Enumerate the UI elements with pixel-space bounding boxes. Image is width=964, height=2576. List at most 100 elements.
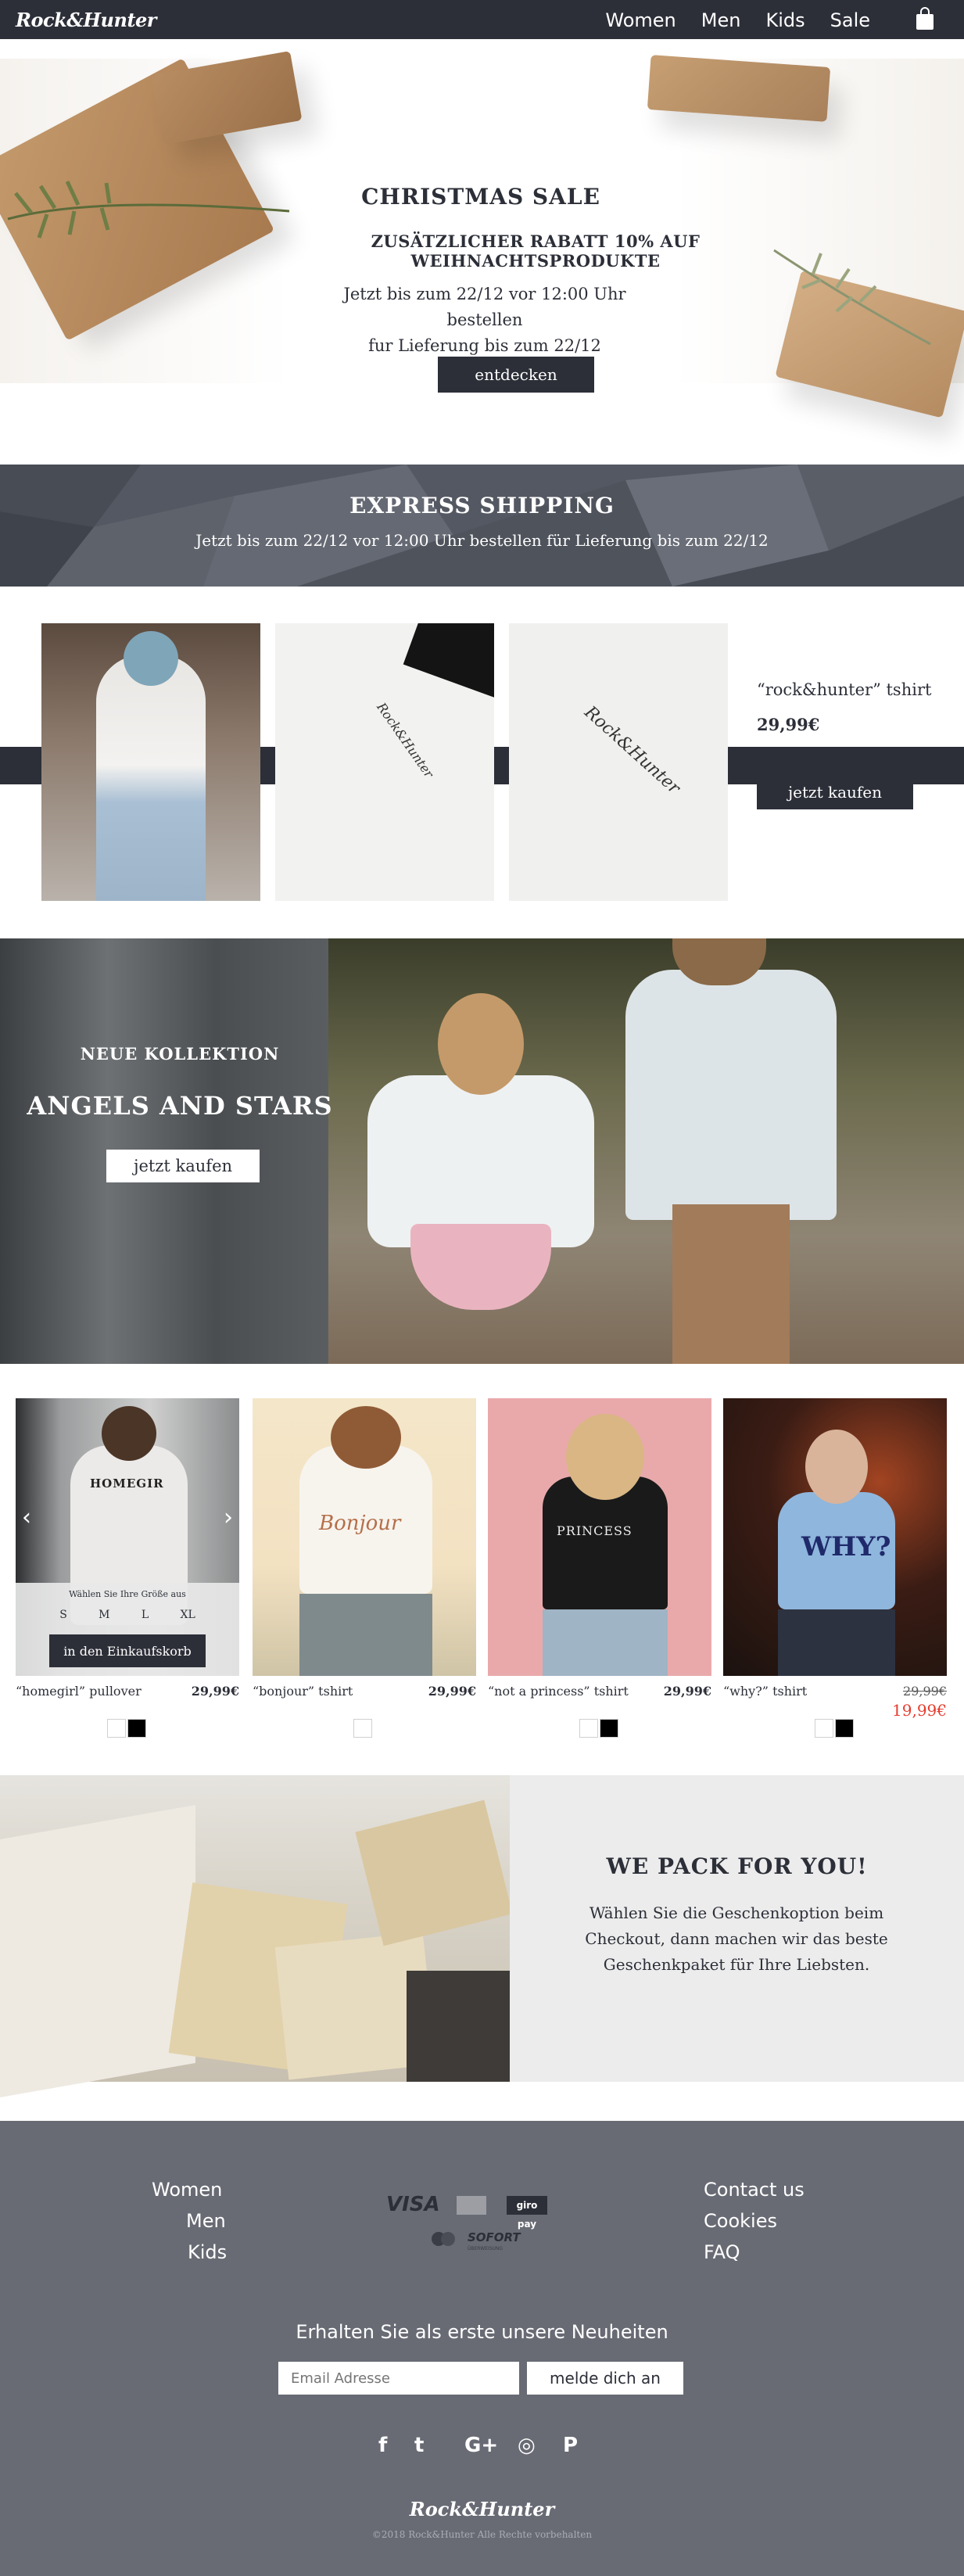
gift-photo	[0, 1775, 513, 2098]
footer-link-kids[interactable]: Kids	[188, 2241, 227, 2263]
product-print: HOMEGIR	[90, 1476, 164, 1491]
swatch-black[interactable]	[127, 1719, 146, 1738]
instagram-icon[interactable]: ◎	[518, 2434, 536, 2457]
sale-title: CHRISTMAS SALE	[270, 184, 692, 210]
product-price: 29,99€	[191, 1684, 239, 1699]
swatch-white[interactable]	[579, 1719, 598, 1738]
model-head	[805, 1430, 868, 1504]
gift-wrap-text-panel: WE PACK FOR YOU! Wählen Sie die Geschenk…	[510, 1775, 964, 2082]
twitter-icon[interactable]: t	[414, 2434, 424, 2457]
sale-description: Jetzt bis zum 22/12 vor 12:00 Uhr bestel…	[305, 282, 665, 359]
tshirt-closeup-photo-2[interactable]: Rock&Hunter	[509, 623, 728, 901]
copyright-text: ©2018 Rock&Hunter Alle Rechte vorbehalte…	[371, 2529, 593, 2540]
pinterest-icon[interactable]: P	[563, 2434, 578, 2457]
footer-link-cookies[interactable]: Cookies	[704, 2210, 777, 2232]
product-image[interactable]: HOMEGIR ‹ › Wählen Sie Ihre Größe aus S …	[16, 1398, 239, 1676]
model-skirt	[778, 1609, 895, 1676]
fir-branch-image	[7, 180, 290, 239]
product-name[interactable]: “bonjour” tshirt	[253, 1684, 353, 1699]
tshirt-closeup-photo-1[interactable]: Rock&Hunter	[275, 623, 494, 901]
product-card[interactable]: HOMEGIR ‹ › Wählen Sie Ihre Größe aus S …	[16, 1398, 239, 1738]
product-card[interactable]: WHY? “why?” tshirt 29,99€ 19,99€	[723, 1398, 947, 1738]
sale-line-1: Jetzt bis zum 22/12 vor 12:00 Uhr bestel…	[343, 285, 626, 329]
tshirt-print: Rock&Hunter	[580, 702, 684, 798]
facebook-icon[interactable]: f	[378, 2434, 387, 2457]
visa-logo: VISA	[386, 2193, 440, 2216]
product-image[interactable]: WHY?	[723, 1398, 947, 1676]
newsletter-heading: Erhalten Sie als erste unsere Neuheiten	[296, 2321, 668, 2343]
swatch-white[interactable]	[107, 1719, 126, 1738]
featured-product-gallery: Rock&Hunter Rock&Hunter “rock&hunter” ts…	[0, 587, 964, 938]
product-card[interactable]: PRINCESS “not a princess” tshirt 29,99€	[488, 1398, 711, 1738]
size-option-xl[interactable]: XL	[181, 1609, 195, 1621]
chevron-right-icon[interactable]: ›	[224, 1504, 233, 1531]
quick-buy-overlay: Wählen Sie Ihre Größe aus S M L XL in de…	[16, 1583, 239, 1676]
product-price: 29,99€	[663, 1684, 711, 1699]
product-name[interactable]: “why?” tshirt	[723, 1684, 807, 1699]
top-navigation-bar: Rock&Hunter Women Men Kids Sale	[0, 0, 964, 39]
size-prompt: Wählen Sie Ihre Größe aus	[69, 1589, 186, 1599]
add-to-cart-button[interactable]: in den Einkaufskorb	[49, 1634, 206, 1667]
shopping-bag-icon[interactable]	[916, 7, 934, 30]
color-swatches	[107, 1719, 146, 1738]
collection-buy-button[interactable]: jetzt kaufen	[106, 1150, 260, 1182]
product-grid: HOMEGIR ‹ › Wählen Sie Ihre Größe aus S …	[0, 1364, 964, 1775]
main-nav: Women Men Kids Sale	[605, 9, 870, 31]
footer-link-faq[interactable]: FAQ	[704, 2241, 740, 2263]
product-sale-price: 19,99€	[892, 1701, 947, 1720]
nav-kids[interactable]: Kids	[765, 9, 805, 31]
giropay-logo: giro pay	[507, 2196, 547, 2230]
size-option-m[interactable]: M	[99, 1609, 109, 1621]
new-collection-hero: NEUE KOLLEKTION ANGELS AND STARS jetzt k…	[0, 938, 964, 1364]
size-option-l[interactable]: L	[142, 1609, 149, 1621]
nav-women[interactable]: Women	[605, 9, 676, 31]
model-jeans	[543, 1609, 668, 1676]
gift-box-image	[355, 1799, 513, 1946]
model-jeans	[299, 1594, 432, 1676]
nav-sale[interactable]: Sale	[830, 9, 870, 31]
swatch-black[interactable]	[835, 1719, 854, 1738]
collection-title: ANGELS AND STARS	[27, 1091, 333, 1121]
boy-trousers	[672, 1204, 790, 1364]
footer-link-women[interactable]: Women	[152, 2179, 222, 2201]
swatch-black[interactable]	[600, 1719, 618, 1738]
express-title: EXPRESS SHIPPING	[349, 493, 615, 518]
footer-link-men[interactable]: Men	[186, 2210, 226, 2232]
amex-logo	[457, 2196, 486, 2215]
size-option-s[interactable]: S	[59, 1609, 67, 1621]
product-image[interactable]: PRINCESS	[488, 1398, 711, 1676]
footer-logo[interactable]: Rock&Hunter	[0, 2498, 964, 2520]
swatch-white[interactable]	[353, 1719, 372, 1738]
nav-men[interactable]: Men	[701, 9, 741, 31]
model-figure	[96, 655, 206, 901]
sale-heading: CHRISTMAS SALE	[361, 184, 600, 210]
gift-wrap-title: WE PACK FOR YOU!	[606, 1853, 868, 1879]
email-input[interactable]	[278, 2362, 519, 2395]
product-name[interactable]: “homegirl” pullover	[16, 1684, 142, 1699]
size-selector: S M L XL	[44, 1609, 211, 1621]
discover-button[interactable]: entdecken	[438, 357, 594, 393]
brand-logo[interactable]: Rock&Hunter	[16, 9, 156, 31]
product-print: PRINCESS	[557, 1523, 633, 1538]
footer-link-contact[interactable]: Contact us	[704, 2179, 805, 2201]
mastercard-logo	[441, 2232, 455, 2246]
buy-now-button[interactable]: jetzt kaufen	[757, 775, 913, 809]
subscribe-button[interactable]: melde dich an	[527, 2362, 683, 2395]
google-plus-icon[interactable]: G+	[464, 2434, 498, 2457]
swatch-white[interactable]	[815, 1719, 833, 1738]
chevron-left-icon[interactable]: ‹	[22, 1504, 31, 1531]
color-swatches	[579, 1719, 618, 1738]
girl-figure	[367, 1075, 594, 1247]
product-card[interactable]: Bonjour “bonjour” tshirt 29,99€	[253, 1398, 476, 1738]
tshirt-print: Rock&Hunter	[374, 699, 437, 781]
express-subtitle: Jetzt bis zum 22/12 vor 12:00 Uhr bestel…	[195, 531, 769, 550]
product-name[interactable]: “not a princess” tshirt	[488, 1684, 629, 1699]
model-photo[interactable]	[41, 623, 260, 901]
product-image[interactable]: Bonjour	[253, 1398, 476, 1676]
featured-product-price: 29,99€	[757, 715, 820, 734]
model-head	[331, 1406, 401, 1469]
sofort-caption: ÜBERWEISUNG	[468, 2246, 504, 2251]
product-print: WHY?	[801, 1531, 891, 1562]
sofort-logo: SOFORT	[468, 2230, 521, 2244]
featured-product-name[interactable]: “rock&hunter” tshirt	[757, 680, 931, 699]
